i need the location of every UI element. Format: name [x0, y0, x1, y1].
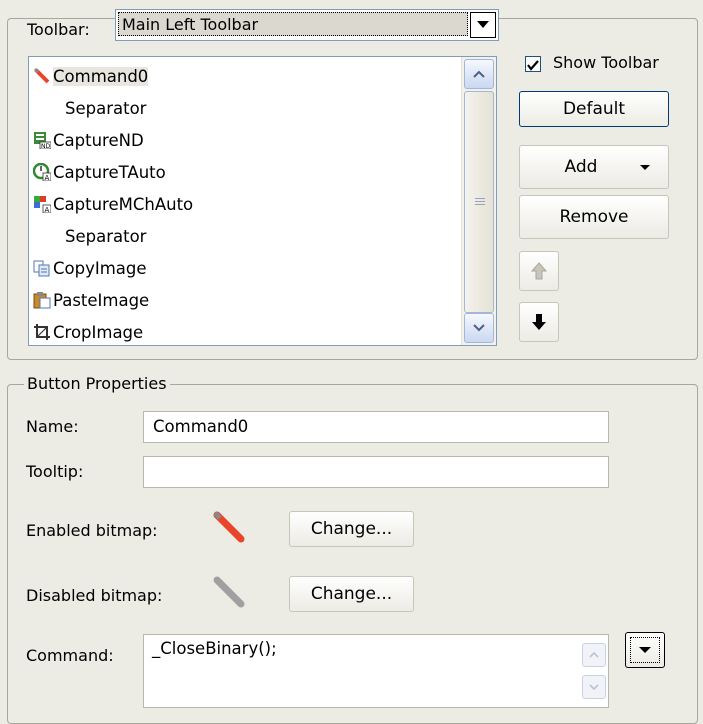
pencil-icon — [33, 67, 51, 85]
list-item-separator[interactable]: Separator — [33, 92, 146, 124]
move-down-button[interactable] — [519, 302, 559, 342]
scroll-up-button[interactable] — [464, 59, 494, 89]
capture-timer-icon: A — [32, 162, 52, 182]
crop-icon — [33, 323, 51, 341]
toolbar-select-value: Main Left Toolbar — [118, 12, 468, 36]
list-item-copyimage[interactable]: CopyImage — [33, 252, 147, 284]
list-item-command0[interactable]: Command0 — [33, 60, 149, 92]
command-dropdown-focus — [630, 637, 660, 663]
list-scrollbar[interactable] — [461, 57, 496, 345]
arrow-down-icon — [532, 314, 546, 330]
disabled-bitmap-icon — [211, 574, 247, 615]
scroll-thumb[interactable] — [464, 91, 494, 313]
list-item-capturemchauto[interactable]: A CaptureMChAuto — [33, 188, 193, 220]
capture-multichannel-icon: A — [33, 195, 52, 214]
add-button[interactable]: Add — [519, 145, 669, 189]
name-field[interactable]: Command0 — [143, 411, 609, 443]
arrow-up-icon — [531, 262, 547, 280]
command-textarea[interactable]: _CloseBinary(); — [143, 634, 609, 708]
remove-button[interactable]: Remove — [519, 195, 669, 239]
enabled-bitmap-label: Enabled bitmap: — [26, 521, 158, 540]
command-scroll-down[interactable] — [582, 675, 606, 699]
change-enabled-bitmap-button[interactable]: Change... — [289, 511, 414, 547]
toolbar-command-list[interactable]: Command0 Separator ND CaptureND A Captur… — [28, 56, 497, 346]
checkmark-icon — [527, 60, 539, 71]
paste-icon — [33, 291, 51, 309]
capture-nd-icon: ND — [33, 131, 52, 150]
tooltip-field[interactable] — [143, 456, 609, 488]
command-label: Command: — [26, 646, 114, 665]
toolbar-select[interactable]: Main Left Toolbar — [115, 9, 499, 41]
show-toolbar-checkbox[interactable] — [525, 56, 541, 72]
change-disabled-bitmap-button[interactable]: Change... — [289, 576, 414, 612]
name-label: Name: — [26, 417, 79, 436]
command-dropdown-button[interactable] — [625, 632, 665, 668]
command-text: _CloseBinary(); — [152, 639, 277, 658]
list-item-pasteimage[interactable]: PasteImage — [33, 284, 149, 316]
scroll-down-button[interactable] — [464, 313, 494, 343]
command-scrollbar[interactable] — [582, 637, 606, 705]
list-item-capturend[interactable]: ND CaptureND — [33, 124, 144, 156]
default-button[interactable]: Default — [519, 91, 669, 127]
svg-text:A: A — [45, 206, 50, 213]
list-item-separator[interactable]: Separator — [33, 220, 146, 252]
list-item-cropimage[interactable]: CropImage — [33, 316, 143, 345]
enabled-bitmap-icon — [211, 509, 247, 550]
svg-text:ND: ND — [41, 143, 50, 149]
tooltip-label: Tooltip: — [26, 462, 84, 481]
svg-text:A: A — [45, 174, 50, 181]
copy-icon — [33, 259, 51, 277]
command-scroll-up[interactable] — [582, 643, 606, 667]
dropdown-arrow-icon — [640, 165, 650, 170]
add-button-label: Add — [564, 157, 598, 177]
list-item-capturetauto[interactable]: A CaptureTAuto — [32, 156, 166, 188]
toolbar-label: Toolbar: — [24, 20, 93, 40]
disabled-bitmap-label: Disabled bitmap: — [26, 586, 163, 605]
show-toolbar-label[interactable]: Show Toolbar — [553, 53, 659, 72]
chevron-down-icon[interactable] — [470, 12, 496, 38]
button-properties-legend: Button Properties — [24, 374, 170, 394]
move-up-button[interactable] — [519, 251, 559, 291]
